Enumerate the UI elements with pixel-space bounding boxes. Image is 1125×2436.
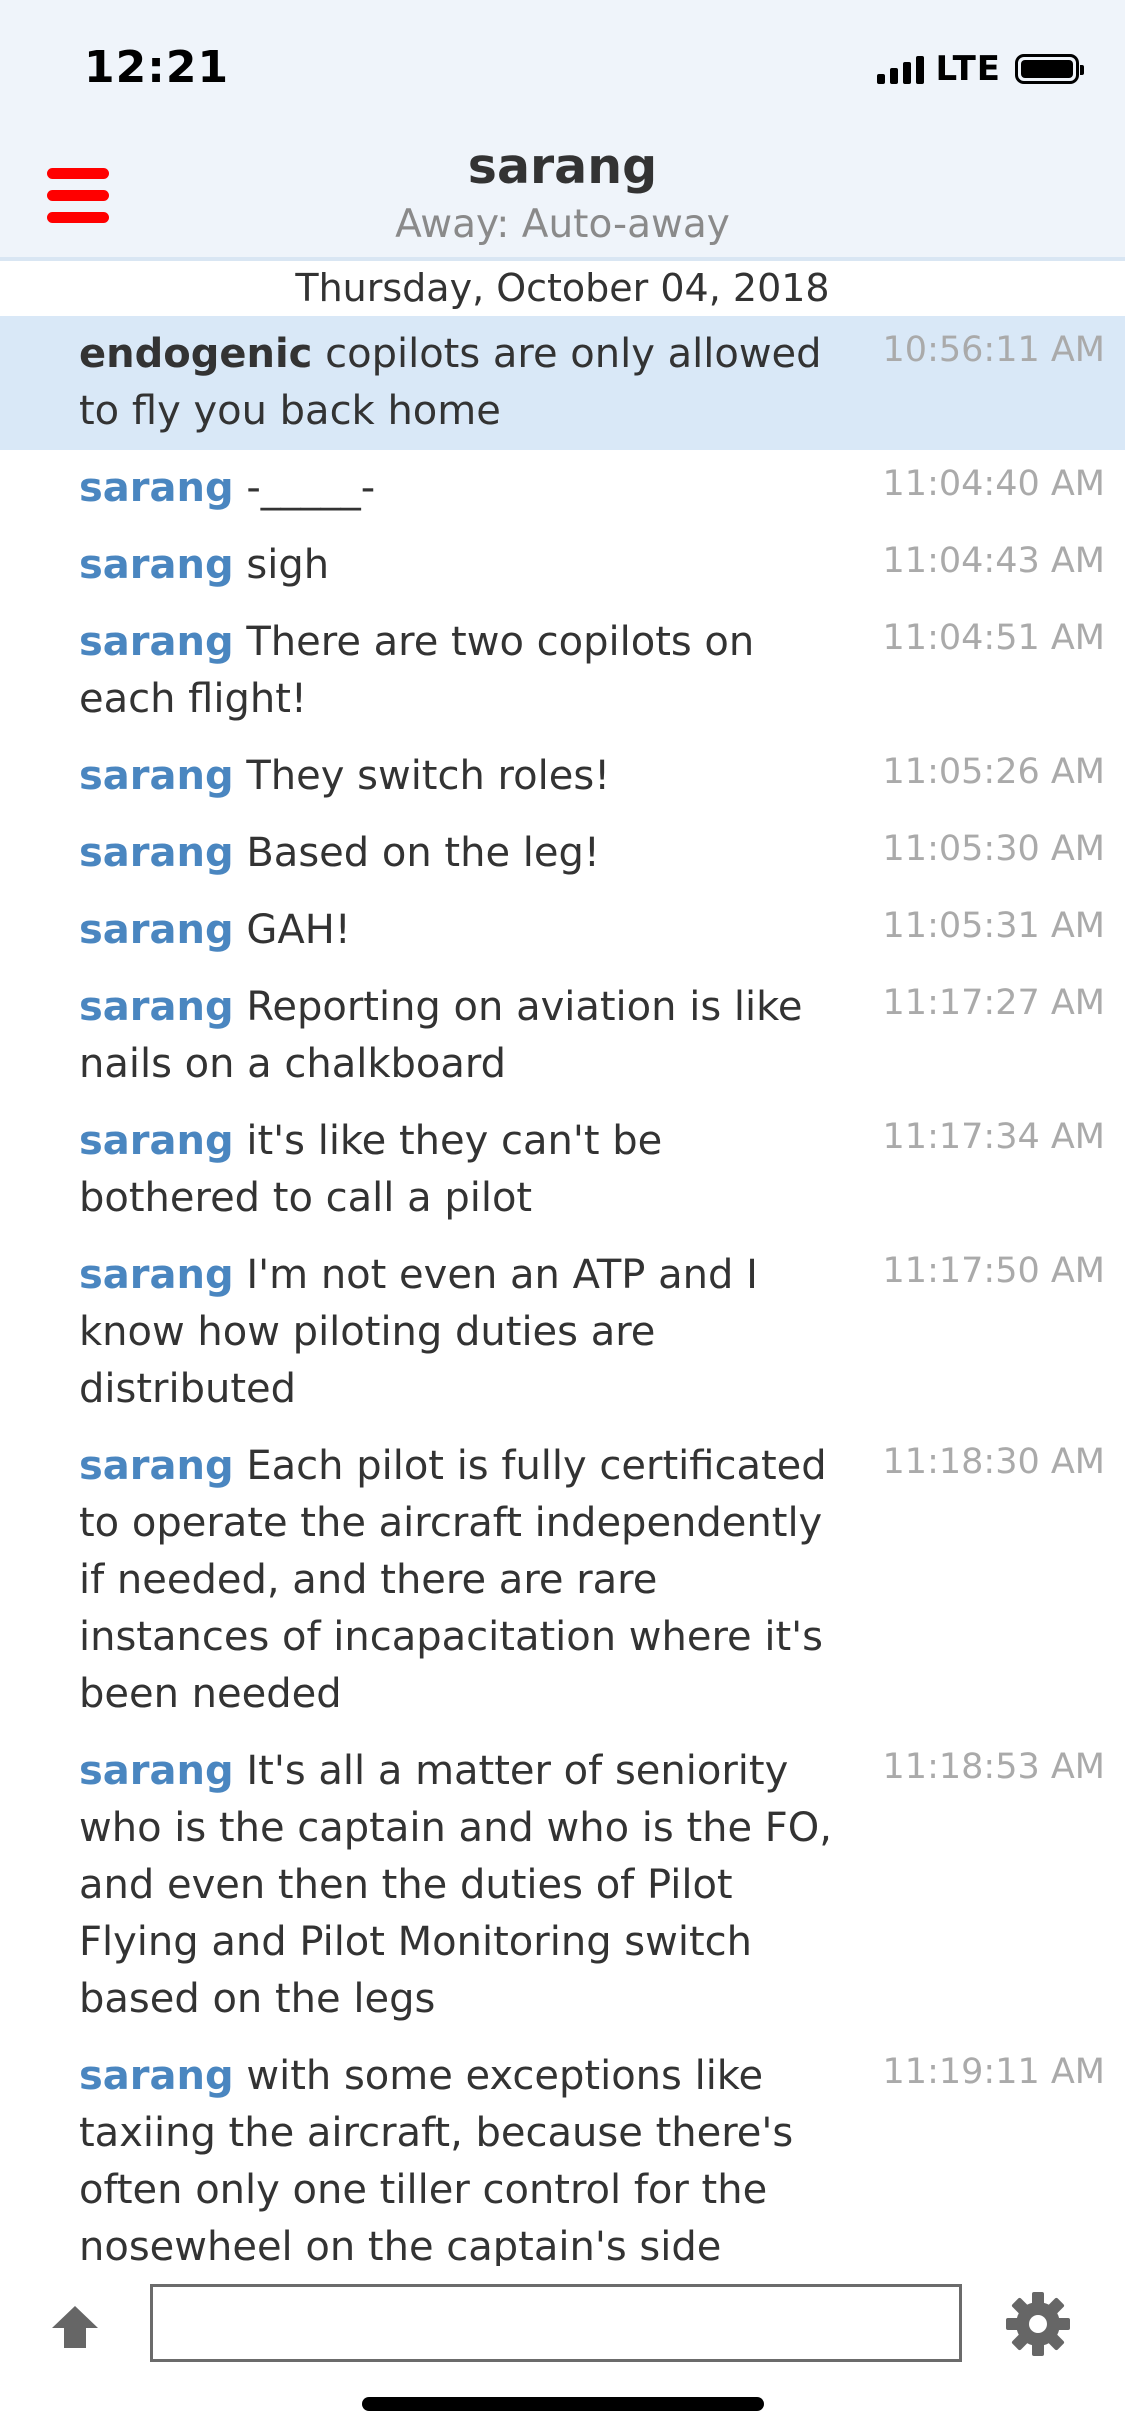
message-text: Based on the leg! bbox=[246, 830, 600, 876]
message-timestamp: 11:04:43 AM bbox=[882, 541, 1105, 581]
message-text: They switch roles! bbox=[246, 753, 611, 799]
message-nick[interactable]: sarang bbox=[79, 984, 234, 1030]
message-timestamp: 11:04:51 AM bbox=[882, 618, 1105, 658]
message-text: GAH! bbox=[246, 907, 351, 953]
message-row: sarang -_____- 11:04:40 AM bbox=[0, 450, 1125, 527]
message-nick[interactable]: sarang bbox=[79, 542, 234, 588]
home-indicator[interactable] bbox=[362, 2397, 764, 2411]
channel-title: sarang bbox=[467, 138, 658, 195]
message-body: sarang There are two copilots on each fl… bbox=[79, 614, 839, 728]
message-body: sarang with some exceptions like taxiing… bbox=[79, 2048, 839, 2266]
signal-icon bbox=[876, 54, 924, 84]
message-body: sarang I'm not even an ATP and I know ho… bbox=[79, 1247, 839, 1418]
status-time: 12:21 bbox=[84, 42, 230, 93]
status-indicators: LTE bbox=[876, 49, 1084, 89]
date-divider: Thursday, October 04, 2018 bbox=[295, 266, 830, 310]
channel-status: Away: Auto-away bbox=[395, 202, 730, 247]
message-body: sarang Based on the leg! bbox=[79, 825, 839, 882]
message-timestamp: 11:18:53 AM bbox=[882, 1747, 1105, 1787]
message-nick[interactable]: sarang bbox=[79, 1443, 234, 1489]
message-nick[interactable]: sarang bbox=[79, 2053, 234, 2099]
message-body: sarang Reporting on aviation is like nai… bbox=[79, 979, 839, 1093]
message-nick[interactable]: sarang bbox=[79, 830, 234, 876]
message-text: sigh bbox=[246, 542, 330, 588]
message-body: sarang -_____- bbox=[79, 460, 839, 517]
message-timestamp: 11:05:30 AM bbox=[882, 829, 1105, 869]
message-nick[interactable]: sarang bbox=[79, 753, 234, 799]
message-body: endogenic copilots are only allowed to f… bbox=[79, 326, 839, 440]
message-timestamp: 10:56:11 AM bbox=[882, 330, 1105, 370]
message-row: sarang sigh 11:04:43 AM bbox=[0, 527, 1125, 604]
message-timestamp: 11:18:30 AM bbox=[882, 1442, 1105, 1482]
message-list[interactable]: endogenic copilots are only allowed to f… bbox=[0, 316, 1125, 2266]
message-row: endogenic copilots are only allowed to f… bbox=[0, 316, 1125, 450]
message-nick[interactable]: endogenic bbox=[79, 331, 312, 377]
message-timestamp: 11:05:26 AM bbox=[882, 752, 1105, 792]
message-nick[interactable]: sarang bbox=[79, 1118, 234, 1164]
message-timestamp: 11:17:50 AM bbox=[882, 1251, 1105, 1291]
message-row: sarang it's like they can't be bothered … bbox=[0, 1103, 1125, 1237]
message-timestamp: 11:17:27 AM bbox=[882, 983, 1105, 1023]
message-nick[interactable]: sarang bbox=[79, 465, 234, 511]
message-body: sarang it's like they can't be bothered … bbox=[79, 1113, 839, 1227]
message-body: sarang GAH! bbox=[79, 902, 839, 959]
message-timestamp: 11:04:40 AM bbox=[882, 464, 1105, 504]
message-nick[interactable]: sarang bbox=[79, 907, 234, 953]
message-row: sarang Each pilot is fully certificated … bbox=[0, 1428, 1125, 1733]
app-header: 12:21 LTE sarang Away: Auto-away bbox=[0, 0, 1125, 261]
message-row: sarang It's all a matter of seniority wh… bbox=[0, 1733, 1125, 2038]
message-row: sarang I'm not even an ATP and I know ho… bbox=[0, 1237, 1125, 1428]
message-nick[interactable]: sarang bbox=[79, 1748, 234, 1794]
message-timestamp: 11:19:11 AM bbox=[882, 2052, 1105, 2092]
message-row: sarang Reporting on aviation is like nai… bbox=[0, 969, 1125, 1103]
message-row: sarang They switch roles! 11:05:26 AM bbox=[0, 738, 1125, 815]
message-body: sarang sigh bbox=[79, 537, 839, 594]
message-body: sarang Each pilot is fully certificated … bbox=[79, 1438, 839, 1723]
gear-icon[interactable] bbox=[1004, 2290, 1072, 2358]
battery-icon bbox=[1015, 54, 1084, 84]
message-timestamp: 11:17:34 AM bbox=[882, 1117, 1105, 1157]
message-body: sarang It's all a matter of seniority wh… bbox=[79, 1743, 839, 2028]
message-row: sarang There are two copilots on each fl… bbox=[0, 604, 1125, 738]
message-nick[interactable]: sarang bbox=[79, 619, 234, 665]
network-label: LTE bbox=[935, 49, 1001, 89]
message-row: sarang with some exceptions like taxiing… bbox=[0, 2038, 1125, 2266]
upload-arrow-icon[interactable] bbox=[48, 2302, 102, 2352]
message-timestamp: 11:05:31 AM bbox=[882, 906, 1105, 946]
message-text: -_____- bbox=[246, 465, 376, 511]
message-row: sarang GAH! 11:05:31 AM bbox=[0, 892, 1125, 969]
message-row: sarang Based on the leg! 11:05:30 AM bbox=[0, 815, 1125, 892]
message-body: sarang They switch roles! bbox=[79, 748, 839, 805]
message-input[interactable] bbox=[150, 2284, 962, 2362]
message-nick[interactable]: sarang bbox=[79, 1252, 234, 1298]
